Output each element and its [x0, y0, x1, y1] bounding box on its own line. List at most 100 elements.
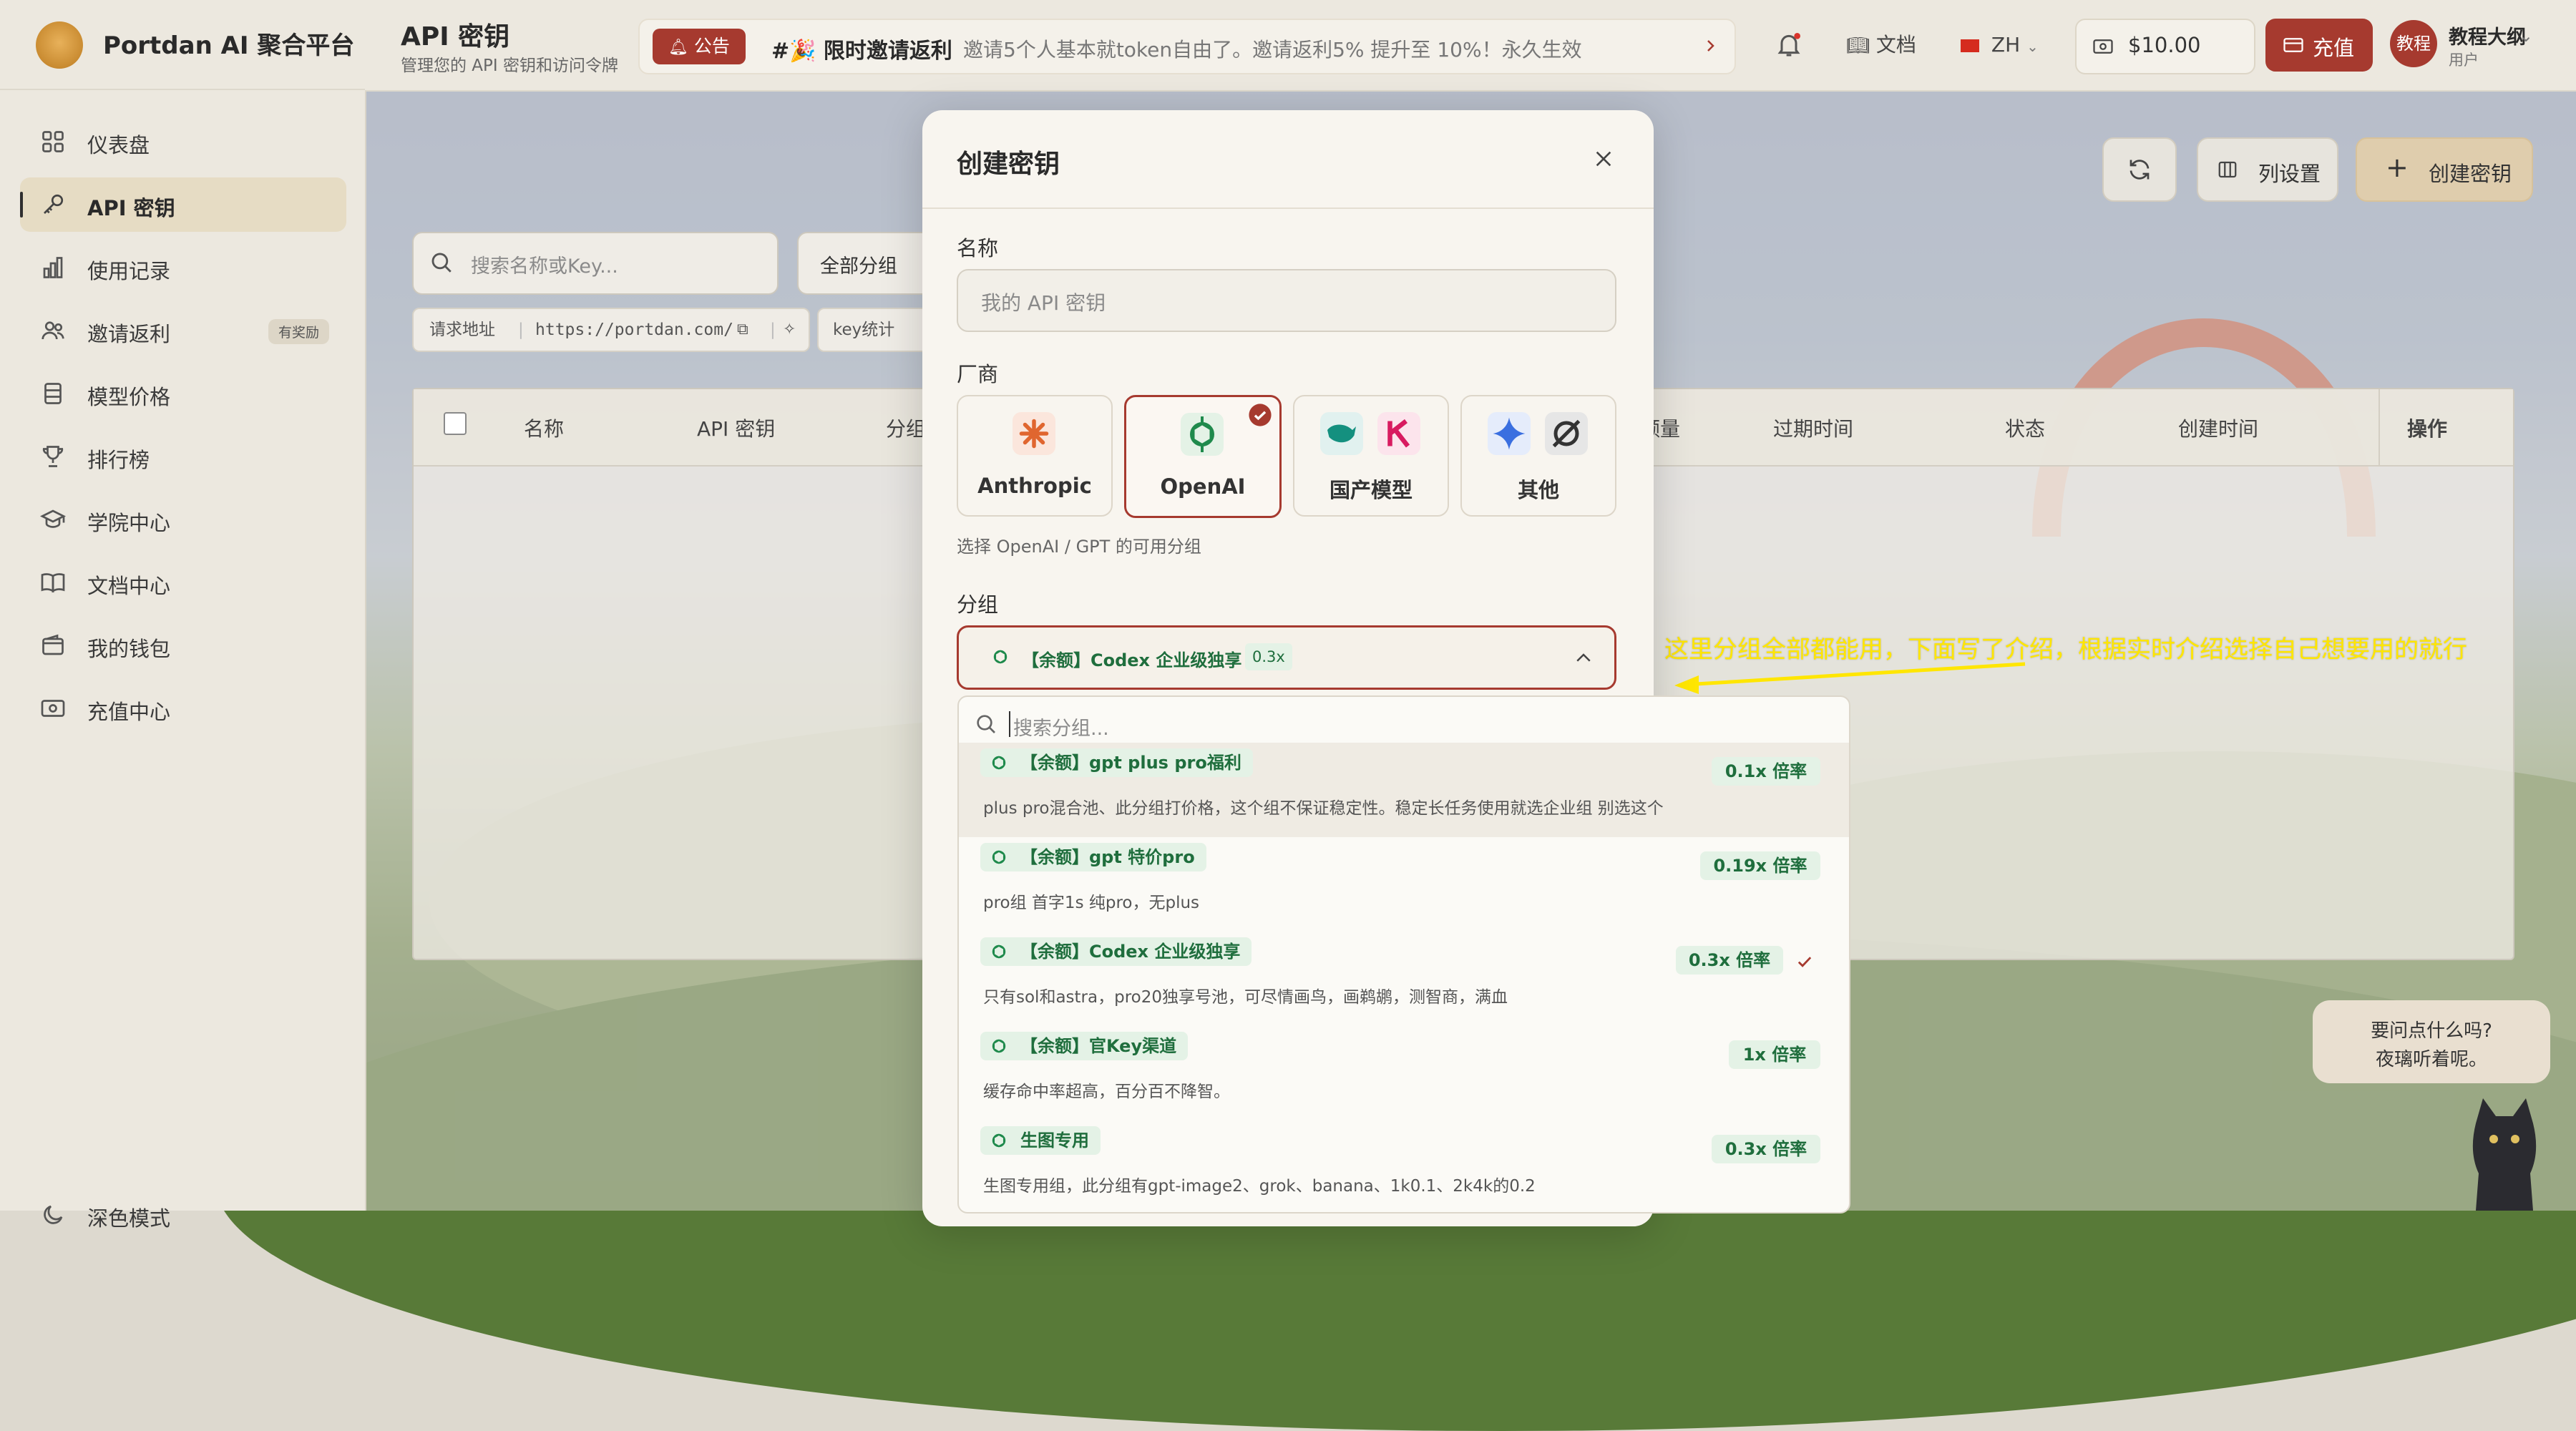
- refresh-button[interactable]: [2102, 137, 2177, 202]
- group-select[interactable]: 【余额】Codex 企业级独享 0.3x: [957, 625, 1616, 690]
- vendor-name: 其他: [1517, 478, 1559, 502]
- request-url-chip[interactable]: 请求地址 | https://portdan.com/ ⧉ | ✧: [412, 308, 810, 352]
- sidebar-item-label: API 密钥: [87, 196, 175, 220]
- cat-mascot[interactable]: [2462, 1095, 2547, 1211]
- vendor-option-other[interactable]: 其他: [1460, 395, 1616, 517]
- sidebar-item-label: 仪表盘: [87, 133, 150, 157]
- divider: |: [770, 321, 776, 339]
- gemini-icon: [1488, 412, 1531, 455]
- grok-icon: [1545, 412, 1588, 455]
- group-option-label: 【余额】Codex 企业级独享: [1020, 942, 1241, 962]
- vendor-option-anthropic[interactable]: Anthropic: [957, 395, 1113, 517]
- vendor-option-openai[interactable]: OpenAI: [1124, 395, 1282, 518]
- brand-name: Portdan AI 聚合平台: [103, 31, 355, 60]
- trophy-icon: [42, 446, 64, 467]
- deepseek-icon: [1320, 412, 1363, 455]
- sidebar-item-leaderboard[interactable]: 排行榜: [20, 429, 346, 484]
- group-option-name: 【余额】gpt 特价pro: [980, 843, 1206, 871]
- active-indicator: [20, 192, 23, 218]
- recharge-label: 充值: [2313, 36, 2355, 60]
- group-option-label: 【余额】官Key渠道: [1020, 1036, 1177, 1056]
- name-placeholder: 我的 API 密钥: [981, 291, 1106, 315]
- columns-icon: [2218, 161, 2237, 178]
- sidebar-item-dark-mode[interactable]: 深色模式: [20, 1188, 346, 1242]
- moon-icon: [44, 1205, 63, 1224]
- announcement-title: #🎉 限时邀请返利: [771, 39, 952, 64]
- openai-icon: [1181, 413, 1224, 456]
- copy-icon[interactable]: ⧉: [737, 309, 748, 351]
- sidebar-item-docs[interactable]: 文档中心: [20, 555, 346, 610]
- sidebar-item-dashboard[interactable]: 仪表盘: [20, 114, 346, 169]
- database-icon: [44, 383, 62, 404]
- notification-bell-icon[interactable]: [1775, 30, 1803, 59]
- annotation-arrow: [1674, 662, 2026, 694]
- group-label: 分组: [957, 592, 999, 617]
- select-all-checkbox[interactable]: [444, 412, 467, 435]
- name-input[interactable]: 我的 API 密钥: [957, 269, 1616, 332]
- chevron-down-icon: ⌄: [2026, 38, 2039, 55]
- group-option[interactable]: 【余额】gpt 特价pro 0.19x 倍率 pro组 首字1s 纯pro，无p…: [959, 837, 1849, 932]
- avatar[interactable]: 教程: [2390, 20, 2437, 67]
- reward-badge: 有奖励: [268, 319, 329, 344]
- dashboard-icon: [42, 131, 64, 152]
- group-option-label: 【余额】gpt plus pro福利: [1020, 753, 1241, 773]
- group-option-rate: 0.3x 倍率: [1676, 946, 1783, 975]
- plus-icon: +: [2386, 152, 2409, 183]
- group-option-label: 【余额】gpt 特价pro: [1020, 847, 1195, 867]
- vendor-option-domestic[interactable]: 国产模型: [1293, 395, 1449, 517]
- announcement-bar[interactable]: 🔔︎ 公告 #🎉 限时邀请返利 邀请5个人基本就token自由了。邀请返利5% …: [638, 19, 1736, 74]
- key-search-input[interactable]: 搜索名称或Key...: [412, 232, 779, 295]
- group-option[interactable]: 【余额】gpt plus pro福利 0.1x 倍率 plus pro混合池、此…: [959, 743, 1849, 837]
- docs-link[interactable]: 📖︎ 文档: [1846, 19, 1916, 72]
- balance-display[interactable]: $10.00: [2075, 19, 2255, 74]
- vendor-name: Anthropic: [977, 474, 1092, 498]
- close-icon[interactable]: [1592, 147, 1615, 170]
- group-option-desc: 生图专用组，此分组有gpt-image2、grok、banana、1k0.1、2…: [983, 1177, 1536, 1196]
- group-option[interactable]: 【余额】官Key渠道 1x 倍率 缓存命中率超高，百分百不降智。: [959, 1026, 1849, 1120]
- group-filter-select[interactable]: 全部分组: [797, 232, 943, 295]
- user-name: 教程大纲: [2449, 26, 2526, 49]
- group-option-name: 【余额】Codex 企业级独享: [980, 937, 1252, 966]
- column-header-expiry[interactable]: 过期时间: [1773, 414, 1853, 442]
- announcement-tag-label: 公告: [693, 36, 730, 57]
- sidebar-item-wallet[interactable]: 我的钱包: [20, 618, 346, 673]
- selected-group-name: 【余额】Codex 企业级独享: [1022, 650, 1242, 670]
- key-icon: [44, 194, 64, 214]
- sidebar-item-label: 排行榜: [87, 448, 150, 472]
- money-icon: [2093, 39, 2113, 54]
- sidebar-item-recharge[interactable]: 充值中心: [20, 681, 346, 736]
- check-circle-icon: [1249, 404, 1272, 426]
- group-option-selected[interactable]: 【余额】Codex 企业级独享 0.3x 倍率 只有sol和astra，pro2…: [959, 932, 1849, 1026]
- sidebar-item-referral[interactable]: 邀请返利 有奖励: [20, 303, 346, 358]
- assistant-bubble[interactable]: 要问点什么吗? 夜璃听着呢。: [2313, 1000, 2550, 1083]
- group-option-desc: 只有sol和astra，pro20独享号池，可尽情画鸟，画鹈鹕，测智商，满血: [983, 988, 1508, 1007]
- book-icon: 📖︎: [1846, 35, 1870, 57]
- flag-icon: [1961, 39, 1979, 52]
- modal-header: 创建密钥: [922, 110, 1654, 209]
- sidebar-item-api-keys[interactable]: API 密钥: [20, 177, 346, 232]
- chevron-down-icon[interactable]: ⌄: [2519, 26, 2533, 46]
- group-option-name: 【余额】官Key渠道: [980, 1032, 1189, 1060]
- search-icon: [431, 253, 452, 273]
- sidebar: Portdan AI 聚合平台 仪表盘 API 密钥 使用记录 邀请返利 有奖励…: [0, 0, 366, 1231]
- column-header-name[interactable]: 名称: [524, 414, 564, 442]
- group-option[interactable]: 生图专用 0.3x 倍率 生图专用组，此分组有gpt-image2、grok、b…: [959, 1120, 1849, 1212]
- column-header-status[interactable]: 状态: [2005, 414, 2045, 442]
- sidebar-item-usage[interactable]: 使用记录: [20, 240, 346, 295]
- group-option-rate: 1x 倍率: [1729, 1040, 1820, 1069]
- text-cursor: [1009, 711, 1010, 737]
- openai-icon: [992, 756, 1006, 770]
- key-stats-chip[interactable]: key统计: [817, 308, 935, 352]
- sidebar-item-model-pricing[interactable]: 模型价格: [20, 366, 346, 421]
- column-settings-button[interactable]: 列设置: [2197, 137, 2338, 202]
- create-key-button[interactable]: + 创建密钥: [2356, 137, 2533, 202]
- recharge-button[interactable]: 充值: [2265, 19, 2373, 72]
- column-header-created[interactable]: 创建时间: [2178, 414, 2258, 442]
- sidebar-item-academy[interactable]: 学院中心: [20, 492, 346, 547]
- language-switch[interactable]: ZH ⌄: [1961, 19, 2039, 72]
- sparkle-icon[interactable]: ✧: [783, 309, 796, 351]
- announcement-text: 邀请5个人基本就token自由了。邀请返利5% 提升至 10%！永久生效: [963, 38, 1582, 62]
- column-header-actions: 操作: [2407, 417, 2448, 441]
- request-url-label: 请求地址: [429, 321, 495, 339]
- top-header: API 密钥 管理您的 API 密钥和访问令牌 🔔︎ 公告 #🎉 限时邀请返利 …: [365, 0, 2576, 92]
